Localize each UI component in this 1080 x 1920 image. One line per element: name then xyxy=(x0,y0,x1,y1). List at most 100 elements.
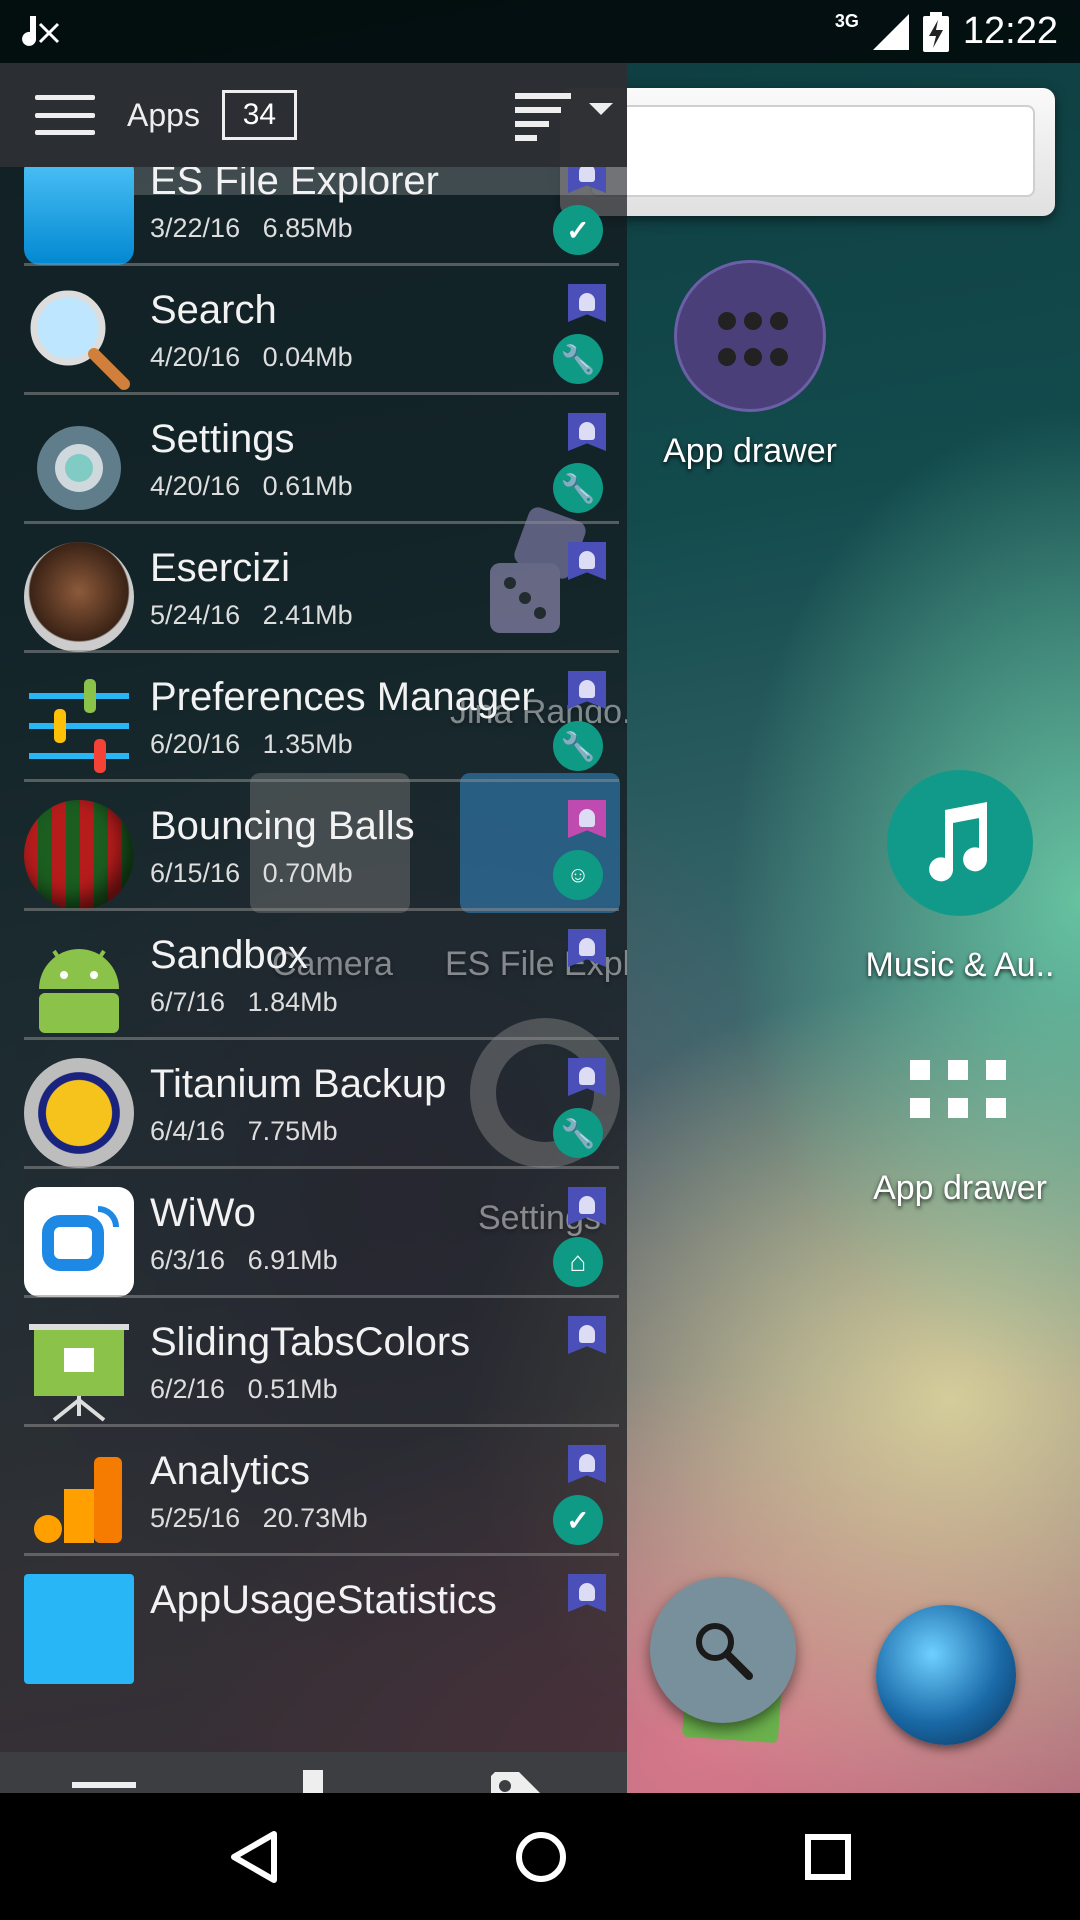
list-item[interactable]: Search 4/20/16 0.04Mb 🔧 xyxy=(0,266,627,395)
tag-icon[interactable] xyxy=(491,1772,555,1793)
game-badge-icon xyxy=(568,800,606,838)
android-badge-icon xyxy=(568,542,606,580)
check-icon: ✓ xyxy=(553,205,603,255)
grid-icon xyxy=(910,1060,1010,1124)
sliders-blue-icon xyxy=(24,1574,134,1684)
app-name: Settings xyxy=(150,417,295,461)
music-shortcut[interactable]: Music & Au.. xyxy=(860,770,1060,985)
signal-icon xyxy=(872,13,909,50)
check-icon: ✓ xyxy=(553,1495,603,1545)
app-meta: 5/25/16 20.73Mb xyxy=(150,1503,368,1533)
clock: 12:22 xyxy=(962,10,1058,52)
android-badge-icon xyxy=(568,1445,606,1483)
app-drawer-panel: Jina Rando.. Camera ES File Expl.. Setti… xyxy=(0,63,627,1793)
app-name: ES File Explorer xyxy=(150,167,439,203)
list-item[interactable]: AppUsageStatistics xyxy=(0,1556,627,1685)
music-note-notification-icon xyxy=(22,15,60,46)
app-count-badge: 34 xyxy=(221,90,297,140)
recents-icon[interactable] xyxy=(804,1833,852,1881)
wiwo-icon xyxy=(24,1187,134,1297)
app-list: ES File Explorer 3/22/16 6.85Mb ✓ Search… xyxy=(0,167,627,1752)
app-name: SlidingTabsColors xyxy=(150,1320,471,1364)
app-drawer-shortcut-2[interactable]: App drawer xyxy=(860,1060,1060,1208)
app-drawer-label: App drawer xyxy=(663,432,837,470)
app-name: Titanium Backup xyxy=(150,1062,447,1106)
sliders-icon xyxy=(24,671,134,781)
list-item[interactable]: SlidingTabsColors 6/2/16 0.51Mb xyxy=(0,1298,627,1427)
app-name: AppUsageStatistics xyxy=(150,1578,497,1622)
app-name: Search xyxy=(150,288,277,332)
gear-icon xyxy=(24,413,134,523)
app-drawer-icon xyxy=(674,260,826,412)
android-badge-icon xyxy=(568,1187,606,1225)
battery-charging-icon xyxy=(922,11,949,52)
android-badge-icon xyxy=(568,1058,606,1096)
app-meta: 6/7/16 1.84Mb xyxy=(150,987,338,1017)
list-item[interactable]: Preferences Manager 6/20/16 1.35Mb 🔧 xyxy=(0,653,627,782)
list-item[interactable]: Esercizi 5/24/16 2.41Mb xyxy=(0,524,627,653)
app-meta: 6/4/16 7.75Mb xyxy=(150,1116,338,1146)
android-badge-icon xyxy=(568,284,606,322)
app-drawer-shortcut[interactable]: App drawer xyxy=(660,260,840,471)
striped-ball-icon xyxy=(24,800,134,910)
back-icon[interactable] xyxy=(228,1830,278,1884)
drawer-footer xyxy=(0,1752,627,1793)
list-item[interactable]: WiWo 6/3/16 6.91Mb ⌂ xyxy=(0,1169,627,1298)
home-search-field[interactable] xyxy=(590,105,1035,197)
app-name: WiWo xyxy=(150,1191,256,1235)
menu-icon[interactable] xyxy=(35,95,95,135)
music-icon xyxy=(887,770,1033,916)
android-badge-icon xyxy=(568,1574,606,1612)
app-name: Preferences Manager xyxy=(150,675,535,719)
search-icon xyxy=(696,1623,753,1680)
app-meta: 4/20/16 0.04Mb xyxy=(150,342,353,372)
list-item[interactable]: ES File Explorer 3/22/16 6.85Mb ✓ xyxy=(0,167,627,266)
status-bar: 3G 12:22 xyxy=(0,0,1080,63)
app-meta: 6/15/16 0.70Mb xyxy=(150,858,353,888)
android-robot-icon xyxy=(24,929,134,1039)
search-fab[interactable] xyxy=(650,1577,796,1723)
globe-icon[interactable] xyxy=(876,1605,1016,1745)
music-label: Music & Au.. xyxy=(865,946,1055,984)
android-face-icon: ☺ xyxy=(553,850,603,900)
android-badge-icon xyxy=(568,671,606,709)
drawer-title: Apps xyxy=(127,96,200,133)
analytics-icon xyxy=(24,1445,134,1555)
gamepad-icon[interactable] xyxy=(279,1770,347,1793)
app-name: Esercizi xyxy=(150,546,291,590)
home-icon: ⌂ xyxy=(553,1237,603,1287)
android-badge-icon xyxy=(568,929,606,967)
list-item[interactable]: Sandbox 6/7/16 1.84Mb xyxy=(0,911,627,1040)
child-photo-icon xyxy=(24,542,134,652)
android-badge-icon xyxy=(568,1316,606,1354)
navigation-bar xyxy=(0,1793,1080,1920)
wrench-icon: 🔧 xyxy=(553,334,603,384)
android-badge-icon xyxy=(568,167,606,193)
list-item[interactable]: Analytics 5/25/16 20.73Mb ✓ xyxy=(0,1427,627,1556)
wrench-icon: 🔧 xyxy=(553,721,603,771)
presentation-board-icon xyxy=(24,1316,134,1426)
list-item[interactable]: Settings 4/20/16 0.61Mb 🔧 xyxy=(0,395,627,524)
wrench-icon: 🔧 xyxy=(553,1108,603,1158)
app-meta: 3/22/16 6.85Mb xyxy=(150,213,353,243)
app-meta: 6/2/16 0.51Mb xyxy=(150,1374,338,1404)
home-button-icon[interactable] xyxy=(514,1830,568,1884)
list-item[interactable]: Bouncing Balls 6/15/16 0.70Mb ☺ xyxy=(0,782,627,911)
app-name: Sandbox xyxy=(150,933,308,977)
filter-icon[interactable] xyxy=(71,1782,136,1793)
app-meta: 4/20/16 0.61Mb xyxy=(150,471,353,501)
app-meta: 6/3/16 6.91Mb xyxy=(150,1245,338,1275)
app-drawer-label-2: App drawer xyxy=(873,1169,1047,1207)
wrench-icon: 🔧 xyxy=(553,463,603,513)
app-meta: 5/24/16 2.41Mb xyxy=(150,600,353,630)
list-item[interactable]: Titanium Backup 6/4/16 7.75Mb 🔧 xyxy=(0,1040,627,1169)
drawer-header: Apps 34 xyxy=(0,63,627,167)
network-type: 3G xyxy=(834,11,859,31)
es-file-explorer-icon xyxy=(24,167,134,265)
titanium-icon xyxy=(24,1058,134,1168)
app-meta: 6/20/16 1.35Mb xyxy=(150,729,353,759)
android-badge-icon xyxy=(568,413,606,451)
app-name: Analytics xyxy=(150,1449,311,1493)
sort-icon[interactable] xyxy=(515,93,615,141)
magnifier-icon xyxy=(24,284,134,394)
